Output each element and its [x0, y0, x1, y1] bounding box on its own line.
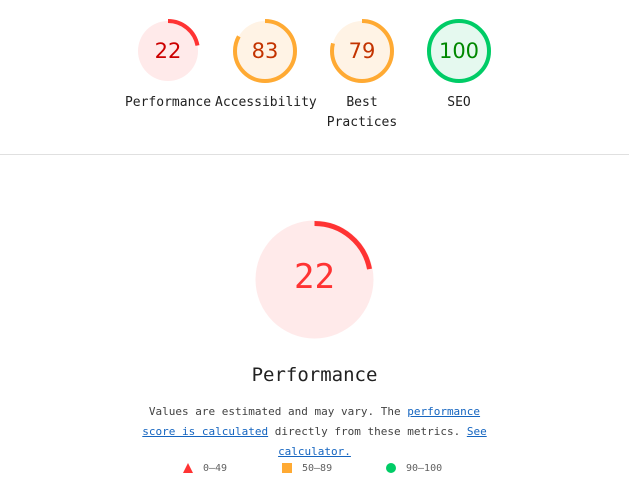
legend-range: 90–100 [406, 462, 443, 474]
circle-icon [386, 463, 396, 473]
gauge-accessibility[interactable]: 83 Accessibility [215, 18, 317, 113]
legend-item-pass: 90–100 [386, 460, 442, 476]
gauge-seo[interactable]: 100 SEO [409, 18, 509, 113]
performance-big-gauge: 22 [255, 220, 374, 339]
seo-gauge-ring: 100 [427, 19, 491, 83]
gauge-score: 22 [155, 39, 182, 63]
square-icon [282, 463, 292, 473]
gauge-best-practices[interactable]: 79 Best Practices [312, 18, 412, 133]
gauge-score: 83 [252, 39, 279, 63]
performance-score: 22 [294, 257, 335, 297]
triangle-icon [183, 463, 193, 473]
gauge-label-line2: Practices [326, 115, 398, 130]
performance-title: Performance [251, 364, 378, 386]
best-practices-gauge-ring: 79 [330, 19, 394, 83]
gauge-label: SEO [447, 95, 471, 110]
gauge-label: Performance [124, 95, 212, 110]
description-text: directly from these metrics. [268, 425, 467, 438]
gauge-performance[interactable]: 22 Performance [118, 18, 218, 113]
legend-item-average: 50–89 [282, 460, 332, 476]
legend-item-fail: 0–49 [183, 460, 227, 476]
description-text: Values are estimated and may vary. The [148, 405, 408, 418]
category-summary: 22 Performance 83 Accessibility 79 Best … [0, 0, 629, 154]
score-description: Values are estimated and may vary. The p… [130, 402, 499, 462]
legend-range: 50–89 [302, 462, 333, 474]
gauge-label: Best Practices [312, 93, 412, 133]
performance-gauge-ring: 22 [136, 19, 200, 83]
legend-range: 0–49 [203, 462, 228, 474]
accessibility-gauge-ring: 83 [233, 19, 297, 83]
section-divider [0, 154, 629, 155]
gauge-label-line1: Best [346, 95, 378, 110]
gauge-score: 100 [439, 39, 479, 63]
gauge-score: 79 [349, 39, 376, 63]
gauge-label: Accessibility [215, 95, 317, 110]
